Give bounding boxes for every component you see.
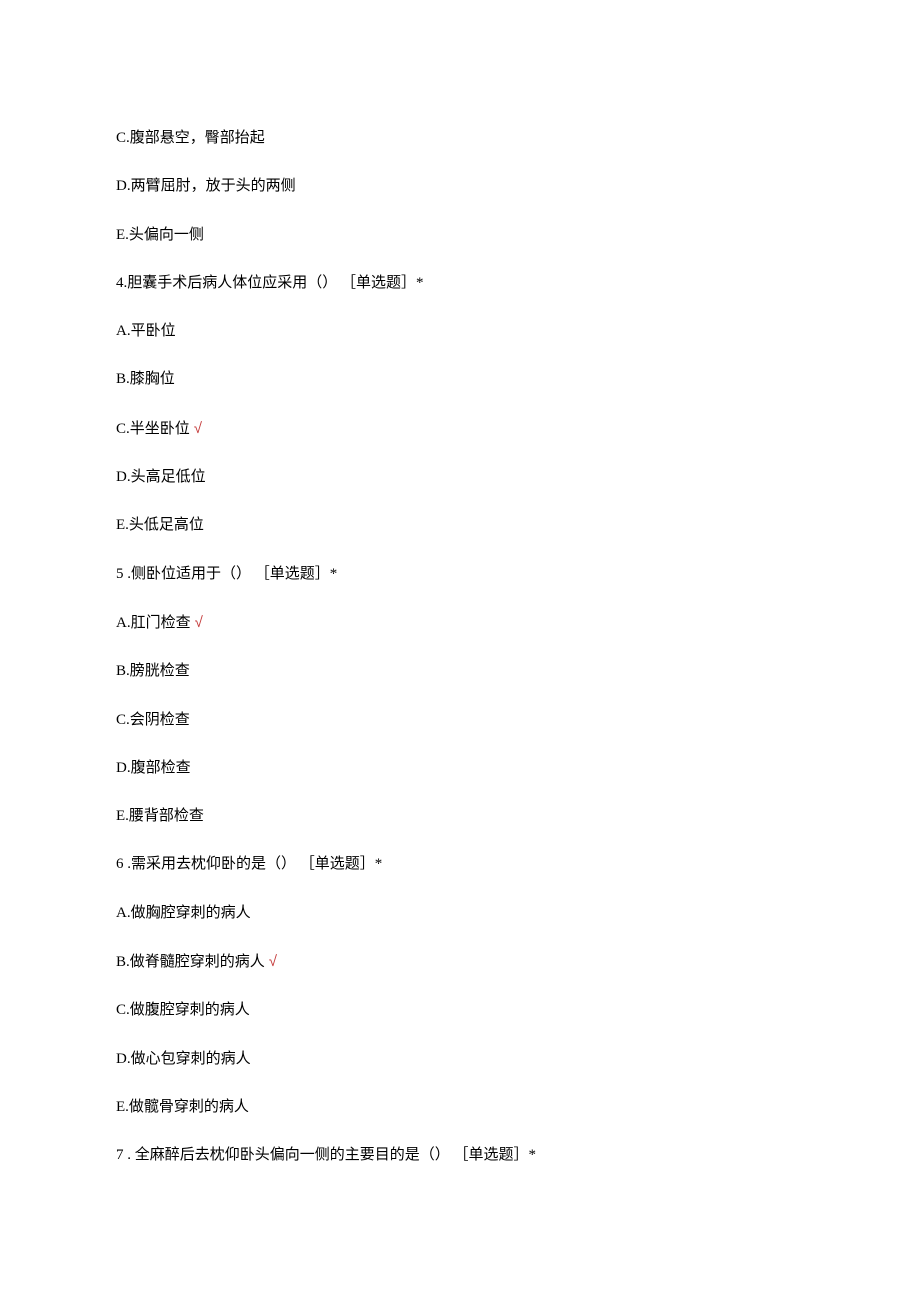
answer-option: D.做心包穿刺的病人: [116, 1049, 804, 1070]
stray-option: E.头偏向一侧: [116, 225, 804, 246]
answer-option: A.做胸腔穿刺的病人: [116, 903, 804, 924]
correct-mark-icon: √: [195, 614, 203, 631]
answer-option-text: D.腹部检查: [116, 760, 191, 776]
document-page: C.腹部悬空，臀部抬起 D.两臂屈肘，放于头的两侧 E.头偏向一侧 4.胆囊手术后病人…: [0, 0, 920, 1301]
question-stem: 6 .需采用去枕仰卧的是（） ［单选题］*: [116, 854, 804, 875]
answer-option-text: A.平卧位: [116, 323, 176, 339]
answer-option: D.头高足低位: [116, 467, 804, 488]
question-stem: 4.胆囊手术后病人体位应采用（） ［单选题］*: [116, 273, 804, 294]
answer-option-text: B.膀胱检查: [116, 663, 190, 679]
answer-option: E.头低足高位: [116, 515, 804, 536]
answer-option-text: A.肛门检查: [116, 615, 191, 631]
answer-option-text: C.做腹腔穿刺的病人: [116, 1002, 250, 1018]
question-stem: 7 . 全麻醉后去枕仰卧头偏向一侧的主要目的是（） ［单选题］*: [116, 1145, 804, 1166]
question-stem-text: 4.胆囊手术后病人体位应采用（） ［单选题］*: [116, 275, 424, 291]
answer-option: C.半坐卧位√: [116, 418, 804, 440]
answer-option-text: E.头低足高位: [116, 517, 204, 533]
answer-option: A.平卧位: [116, 321, 804, 342]
answer-option: E.做髋骨穿刺的病人: [116, 1097, 804, 1118]
answer-option: B.做脊髓腔穿刺的病人√: [116, 951, 804, 973]
stray-option: C.腹部悬空，臀部抬起: [116, 128, 804, 149]
question-stem-text: 5 .侧卧位适用于（） ［单选题］*: [116, 566, 337, 582]
question-stem-text: 6 .需采用去枕仰卧的是（） ［单选题］*: [116, 856, 382, 872]
answer-option: B.膀胱检查: [116, 661, 804, 682]
answer-option-text: E.腰背部检查: [116, 808, 204, 824]
correct-mark-icon: √: [194, 420, 202, 437]
answer-option-text: B.膝胸位: [116, 371, 175, 387]
stray-option: D.两臂屈肘，放于头的两侧: [116, 176, 804, 197]
question-stem-text: 7 . 全麻醉后去枕仰卧头偏向一侧的主要目的是（） ［单选题］*: [116, 1147, 536, 1163]
answer-option: C.做腹腔穿刺的病人: [116, 1000, 804, 1021]
answer-option: B.膝胸位: [116, 369, 804, 390]
answer-option: E.腰背部检查: [116, 806, 804, 827]
answer-option-text: D.做心包穿刺的病人: [116, 1051, 251, 1067]
answer-option-text: B.做脊髓腔穿刺的病人: [116, 954, 265, 970]
correct-mark-icon: √: [269, 953, 277, 970]
stray-option-text: D.两臂屈肘，放于头的两侧: [116, 178, 296, 194]
stray-option-text: E.头偏向一侧: [116, 227, 204, 243]
answer-option-text: C.半坐卧位: [116, 421, 190, 437]
answer-option-text: E.做髋骨穿刺的病人: [116, 1099, 249, 1115]
answer-option-text: D.头高足低位: [116, 469, 206, 485]
answer-option-text: C.会阴检查: [116, 712, 190, 728]
question-stem: 5 .侧卧位适用于（） ［单选题］*: [116, 564, 804, 585]
answer-option-text: A.做胸腔穿刺的病人: [116, 905, 251, 921]
answer-option: A.肛门检查√: [116, 612, 804, 634]
answer-option: D.腹部检查: [116, 758, 804, 779]
answer-option: C.会阴检查: [116, 710, 804, 731]
stray-option-text: C.腹部悬空，臀部抬起: [116, 130, 265, 146]
